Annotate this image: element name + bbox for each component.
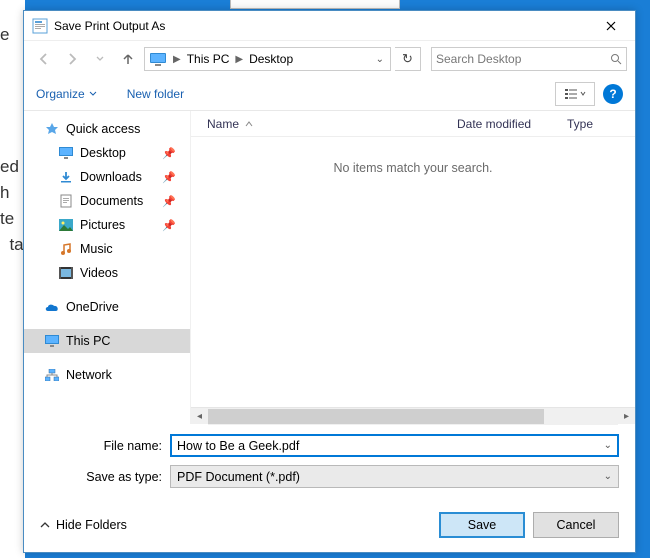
scroll-right-icon[interactable]: ▸ [618, 408, 635, 425]
bg-text: e [0, 22, 9, 48]
sidebar-item-label: Documents [80, 194, 143, 208]
pin-icon: 📌 [162, 195, 176, 208]
back-button[interactable] [32, 47, 56, 71]
form-area: File name: How to Be a Geek.pdf ⌄ Save a… [24, 424, 635, 502]
bottom-row: Hide Folders Save Cancel [24, 502, 635, 552]
empty-message: No items match your search. [191, 137, 635, 407]
column-type[interactable]: Type [567, 117, 617, 131]
save-button[interactable]: Save [439, 512, 525, 538]
app-icon [32, 18, 48, 34]
hide-folders-button[interactable]: Hide Folders [40, 518, 127, 532]
scroll-left-icon[interactable]: ◂ [191, 408, 208, 425]
download-icon [58, 169, 74, 185]
bg-text: ed h te ta [0, 154, 24, 258]
savetype-value: PDF Document (*.pdf) [177, 470, 604, 484]
pictures-icon [58, 217, 74, 233]
sidebar-item-videos[interactable]: Videos [24, 261, 190, 285]
monitor-icon [44, 333, 60, 349]
new-folder-button[interactable]: New folder [127, 87, 184, 101]
filename-input[interactable]: How to Be a Geek.pdf ⌄ [170, 434, 619, 457]
desktop-icon [58, 145, 74, 161]
background-window [230, 0, 400, 9]
up-button[interactable] [116, 47, 140, 71]
filename-row: File name: How to Be a Geek.pdf ⌄ [40, 434, 619, 457]
address-dropdown[interactable]: ⌄ [370, 54, 390, 65]
column-name[interactable]: Name [207, 117, 457, 131]
cloud-icon [44, 299, 60, 315]
filename-value: How to Be a Geek.pdf [177, 439, 604, 453]
chevron-down-icon[interactable]: ⌄ [604, 440, 612, 451]
chevron-right-icon[interactable]: ▶ [233, 54, 245, 65]
sidebar-item-quickaccess[interactable]: Quick access [24, 117, 190, 141]
column-headers: Name Date modified Type [191, 111, 635, 137]
search-icon [610, 53, 622, 65]
star-icon [44, 121, 60, 137]
sidebar-item-label: This PC [66, 334, 110, 348]
sidebar-item-onedrive[interactable]: OneDrive [24, 295, 190, 319]
pin-icon: 📌 [162, 171, 176, 184]
search-input[interactable]: Search Desktop [431, 47, 627, 71]
chevron-up-icon [40, 521, 50, 529]
help-button[interactable]: ? [603, 84, 623, 104]
cancel-button[interactable]: Cancel [533, 512, 619, 538]
view-options-button[interactable] [555, 82, 595, 106]
sidebar-item-label: OneDrive [66, 300, 119, 314]
scrollbar-thumb[interactable] [208, 409, 544, 424]
breadcrumb-desktop[interactable]: Desktop [245, 52, 297, 66]
close-button[interactable] [591, 12, 631, 40]
chevron-down-icon[interactable]: ⌄ [604, 471, 612, 482]
save-dialog: Save Print Output As ▶ This PC ▶ Desktop… [23, 10, 636, 553]
network-icon [44, 367, 60, 383]
titlebar: Save Print Output As [24, 11, 635, 41]
sidebar-item-label: Quick access [66, 122, 140, 136]
sidebar-item-label: Network [66, 368, 112, 382]
recent-dropdown[interactable] [88, 47, 112, 71]
main-area: Quick access Desktop 📌 Downloads 📌 Docum… [24, 111, 635, 424]
horizontal-scrollbar[interactable]: ◂ ▸ [191, 407, 635, 424]
refresh-button[interactable]: ↻ [395, 47, 421, 71]
sidebar-item-pictures[interactable]: Pictures 📌 [24, 213, 190, 237]
toolbar: Organize New folder ? [24, 77, 635, 111]
documents-icon [58, 193, 74, 209]
sidebar-item-label: Downloads [80, 170, 142, 184]
savetype-label: Save as type: [40, 470, 170, 484]
sort-asc-icon [245, 121, 253, 127]
forward-button[interactable] [60, 47, 84, 71]
nav-row: ▶ This PC ▶ Desktop ⌄ ↻ Search Desktop [24, 41, 635, 77]
savetype-row: Save as type: PDF Document (*.pdf) ⌄ [40, 465, 619, 488]
sidebar-item-documents[interactable]: Documents 📌 [24, 189, 190, 213]
sidebar: Quick access Desktop 📌 Downloads 📌 Docum… [24, 111, 190, 424]
videos-icon [58, 265, 74, 281]
music-icon [58, 241, 74, 257]
sidebar-item-network[interactable]: Network [24, 363, 190, 387]
organize-dropdown[interactable]: Organize [36, 87, 97, 101]
sidebar-item-music[interactable]: Music [24, 237, 190, 261]
sidebar-item-label: Music [80, 242, 113, 256]
filename-label: File name: [40, 439, 170, 453]
file-list-area: Name Date modified Type No items match y… [190, 111, 635, 424]
sidebar-item-label: Videos [80, 266, 118, 280]
sidebar-item-desktop[interactable]: Desktop 📌 [24, 141, 190, 165]
savetype-select[interactable]: PDF Document (*.pdf) ⌄ [170, 465, 619, 488]
monitor-icon [147, 49, 169, 69]
window-title: Save Print Output As [54, 19, 591, 33]
sidebar-item-label: Desktop [80, 146, 126, 160]
chevron-right-icon[interactable]: ▶ [171, 54, 183, 65]
address-bar[interactable]: ▶ This PC ▶ Desktop ⌄ [144, 47, 391, 71]
search-placeholder: Search Desktop [436, 52, 610, 66]
sidebar-item-downloads[interactable]: Downloads 📌 [24, 165, 190, 189]
sidebar-item-thispc[interactable]: This PC [24, 329, 190, 353]
column-date[interactable]: Date modified [457, 117, 567, 131]
pin-icon: 📌 [162, 147, 176, 160]
sidebar-item-label: Pictures [80, 218, 125, 232]
pin-icon: 📌 [162, 219, 176, 232]
breadcrumb-thispc[interactable]: This PC [183, 52, 234, 66]
